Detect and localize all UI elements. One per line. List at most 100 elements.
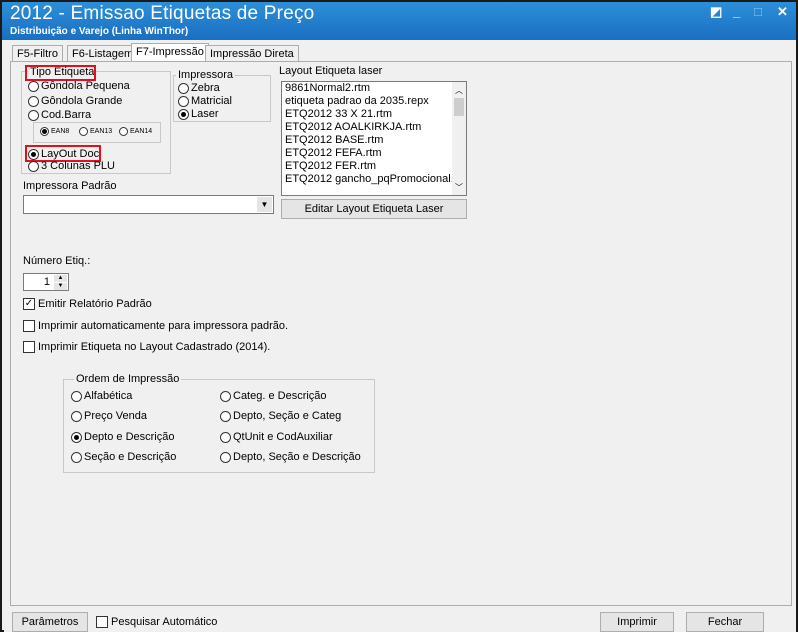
radio-matricial[interactable]: Matricial [178, 95, 232, 107]
radio-laser[interactable]: Laser [178, 108, 219, 120]
parametros-button[interactable]: Parâmetros [12, 612, 88, 632]
radio-ean14[interactable]: EAN14 [119, 127, 152, 136]
imprimir-button[interactable]: Imprimir [600, 612, 674, 632]
impressora-padrao-select[interactable]: ▼ [23, 195, 274, 214]
radio-icon [79, 127, 88, 136]
option-label: Alfabética [84, 390, 133, 402]
check-imprimir-layout-cadastrado[interactable]: Imprimir Etiqueta no Layout Cadastrado (… [23, 341, 270, 353]
window-subtitle: Distribuição e Varejo (Linha WinThor) [10, 26, 189, 37]
numero-etiq-spinner[interactable]: 1 ▲ ▼ [23, 273, 69, 291]
option-label: Depto e Descrição [84, 431, 175, 443]
minimize-button[interactable]: _ [733, 4, 740, 19]
radio-cod-barra[interactable]: Cod.Barra [28, 109, 91, 121]
option-label: EAN13 [90, 128, 113, 135]
list-item[interactable]: ETQ2012 AOALKIRKJA.rtm [282, 121, 466, 134]
radio-icon [28, 160, 39, 172]
checkbox-icon [23, 341, 35, 353]
radio-icon [71, 390, 82, 402]
chevron-down-icon[interactable]: ▼ [257, 197, 272, 212]
tab-strip: F5-Filtro F6-Listagem F7-Impressão Impre… [12, 43, 792, 63]
option-label: Preço Venda [84, 410, 147, 422]
radio-icon [220, 451, 231, 463]
radio-preco-venda[interactable]: Preço Venda [71, 410, 147, 422]
checkbox-checked-icon: ✓ [23, 298, 35, 310]
fechar-label: Fechar [707, 616, 743, 628]
radio-icon [71, 431, 82, 443]
list-item[interactable]: 9861Normal2.rtm [282, 82, 466, 95]
radio-3-colunas-plu[interactable]: 3 Colunas PLU [28, 160, 115, 172]
bottom-bar: Parâmetros Pesquisar Automático Imprimir… [4, 608, 796, 632]
numero-etiq-value: 1 [43, 276, 50, 288]
maximize-button[interactable]: □ [754, 4, 762, 19]
check-label: Pesquisar Automático [111, 616, 218, 628]
layout-label: Layout Etiqueta laser [279, 65, 383, 77]
radio-depto-descricao[interactable]: Depto e Descrição [71, 431, 175, 443]
tab-impressao-direta[interactable]: Impressão Direta [205, 45, 299, 62]
check-label: Imprimir automaticamente para impressora… [38, 320, 289, 332]
checkbox-icon [23, 320, 35, 332]
fechar-button[interactable]: Fechar [686, 612, 764, 632]
list-item[interactable]: ETQ2012 FER.rtm [282, 160, 466, 173]
check-label: Emitir Relatório Padrão [38, 298, 152, 310]
edit-layout-label: Editar Layout Etiqueta Laser [304, 203, 444, 215]
radio-categ-descricao[interactable]: Categ. e Descrição [220, 390, 327, 402]
check-emitir-relatorio[interactable]: ✓ Emitir Relatório Padrão [23, 298, 152, 310]
tipo-etiqueta-highlight [25, 65, 96, 81]
list-item[interactable]: ETQ2012 BASE.rtm [282, 134, 466, 147]
check-imprimir-automaticamente[interactable]: Imprimir automaticamente para impressora… [23, 320, 288, 332]
radio-icon [71, 451, 82, 463]
numero-etiq-label: Número Etiq.: [23, 255, 91, 267]
radio-icon [28, 109, 39, 121]
radio-icon [220, 410, 231, 422]
impressao-panel: Tipo Etiqueta Gôndola Pequena Gôndola Gr… [10, 61, 792, 606]
option-label: Matricial [191, 95, 232, 107]
option-label: QtUnit e CodAuxiliar [233, 431, 333, 443]
radio-gondola-pequena[interactable]: Gôndola Pequena [28, 80, 130, 92]
spin-down-icon[interactable]: ▼ [54, 283, 67, 290]
list-item[interactable]: ETQ2012 FEFA.rtm [282, 147, 466, 160]
close-button[interactable]: ✕ [777, 4, 788, 20]
option-label: Depto, Seção e Categ [233, 410, 342, 422]
option-label: EAN14 [130, 128, 153, 135]
scroll-thumb[interactable] [454, 98, 464, 116]
title-bar: 2012 - Emissao Etiquetas de Preço Distri… [2, 2, 796, 40]
parametros-label: Parâmetros [21, 616, 79, 628]
radio-icon [178, 108, 189, 120]
scroll-up-icon[interactable]: ︿ [455, 85, 463, 96]
option-label: Depto, Seção e Descrição [233, 451, 361, 463]
radio-icon [220, 431, 231, 443]
tab-f6-listagem[interactable]: F6-Listagem [67, 45, 139, 62]
radio-icon [178, 95, 189, 107]
list-item[interactable]: ETQ2012 gancho_pqPromocional.rtm [282, 173, 466, 186]
radio-secao-descricao[interactable]: Seção e Descrição [71, 451, 176, 463]
option-label: Laser [191, 108, 219, 120]
checkbox-icon [96, 616, 108, 628]
radio-alfabetica[interactable]: Alfabética [71, 390, 132, 402]
list-item[interactable]: etiqueta padrao da 2035.repx [282, 95, 466, 108]
tab-f7-impressao[interactable]: F7-Impressão [131, 43, 209, 63]
scroll-down-icon[interactable]: ﹀ [455, 182, 463, 193]
check-label: Imprimir Etiqueta no Layout Cadastrado (… [38, 341, 271, 353]
impressora-label: Impressora [176, 69, 236, 81]
spin-up-icon[interactable]: ▲ [54, 275, 67, 282]
radio-depto-secao-categ[interactable]: Depto, Seção e Categ [220, 410, 341, 422]
check-pesquisar-automatico[interactable]: Pesquisar Automático [96, 616, 217, 628]
option-label: EAN8 [51, 128, 70, 135]
layout-scrollbar[interactable]: ︿ ﹀ [452, 82, 466, 195]
radio-gondola-grande[interactable]: Gôndola Grande [28, 95, 122, 107]
restore-icon[interactable]: ◩ [710, 4, 722, 20]
radio-zebra[interactable]: Zebra [178, 82, 220, 94]
edit-layout-button[interactable]: Editar Layout Etiqueta Laser [281, 199, 467, 219]
list-item[interactable]: ETQ2012 33 X 21.rtm [282, 108, 466, 121]
radio-qtunit-codauxiliar[interactable]: QtUnit e CodAuxiliar [220, 431, 333, 443]
tab-f5-filtro[interactable]: F5-Filtro [12, 45, 63, 62]
layout-listbox[interactable]: 9861Normal2.rtm etiqueta padrao da 2035.… [281, 81, 467, 196]
impressora-padrao-label: Impressora Padrão [23, 180, 117, 192]
radio-icon [119, 127, 128, 136]
radio-depto-secao-descricao[interactable]: Depto, Seção e Descrição [220, 451, 361, 463]
radio-ean8[interactable]: EAN8 [40, 127, 69, 136]
radio-ean13[interactable]: EAN13 [79, 127, 112, 136]
window-title: 2012 - Emissao Etiquetas de Preço [10, 3, 315, 24]
radio-icon [40, 127, 49, 136]
option-label: Gôndola Grande [41, 95, 123, 107]
